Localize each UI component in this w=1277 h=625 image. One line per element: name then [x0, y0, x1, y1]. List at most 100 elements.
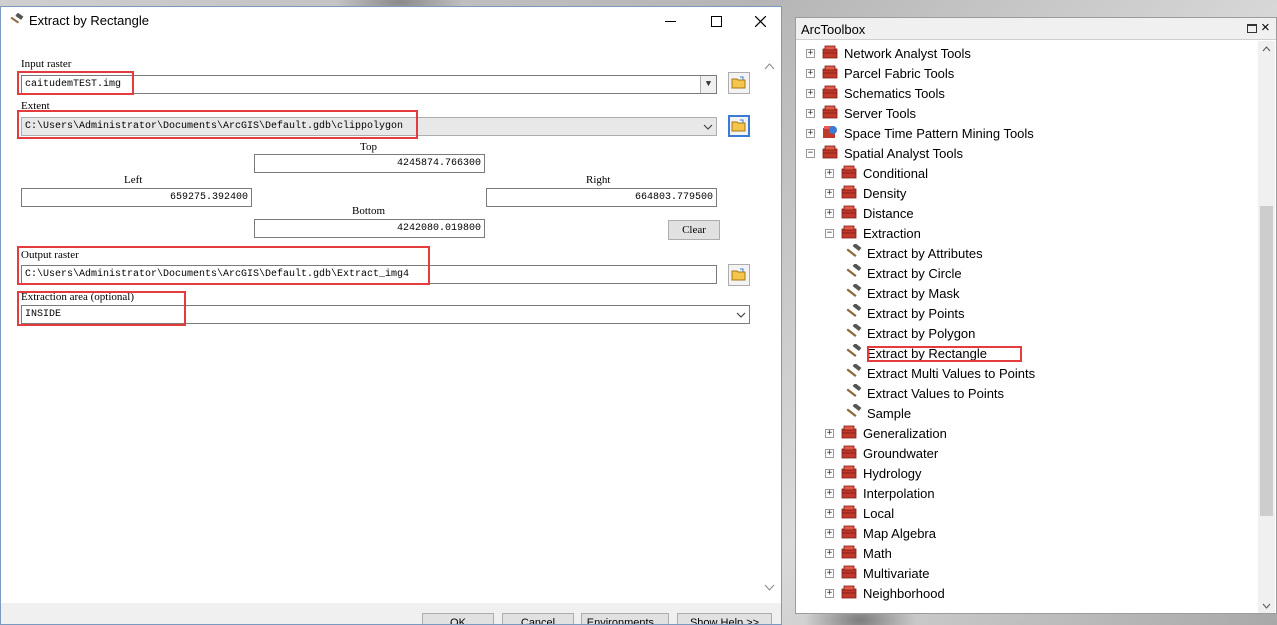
- expand-icon[interactable]: +: [825, 468, 834, 478]
- toolbox-icon: [840, 164, 858, 183]
- tree-item[interactable]: + Hydrology: [825, 463, 922, 483]
- tree-item[interactable]: − Spatial Analyst Tools: [806, 143, 963, 163]
- chevron-down-icon[interactable]: [733, 306, 749, 323]
- tree-item[interactable]: Sample: [844, 402, 912, 423]
- tree-item-label: Sample: [867, 405, 912, 421]
- expand-icon[interactable]: +: [825, 588, 834, 598]
- tree-item[interactable]: + Interpolation: [825, 483, 935, 503]
- scroll-down-icon[interactable]: [764, 582, 775, 594]
- tree-item-label: Neighborhood: [863, 585, 945, 601]
- scroll-up-icon[interactable]: [1262, 44, 1271, 54]
- toolbox-icon: [840, 544, 858, 563]
- toolbox-icon: [840, 504, 858, 523]
- arctoolbox-titlebar[interactable]: ArcToolbox ×: [796, 18, 1276, 40]
- expand-icon[interactable]: +: [825, 568, 834, 578]
- expand-icon[interactable]: +: [825, 508, 834, 518]
- expand-icon[interactable]: +: [825, 548, 834, 558]
- tree-item[interactable]: + Conditional: [825, 163, 928, 183]
- extraction-area-combo[interactable]: INSIDE: [21, 305, 750, 324]
- dialog-scrollbar[interactable]: [762, 55, 778, 595]
- tree-item[interactable]: + Neighborhood: [825, 583, 945, 603]
- tree-item[interactable]: Extract by Circle: [844, 262, 962, 283]
- input-raster-combo[interactable]: caitudemTEST.img ▼: [21, 75, 717, 94]
- close-icon[interactable]: ×: [1261, 19, 1270, 36]
- expand-icon[interactable]: +: [806, 88, 815, 98]
- tree-item[interactable]: + Local: [825, 503, 894, 523]
- tree-item-label: Extract by Mask: [867, 285, 960, 301]
- input-raster-browse-button[interactable]: [728, 72, 750, 94]
- tree-item-label: Extract by Attributes: [867, 245, 983, 261]
- tree-item-label: Space Time Pattern Mining Tools: [844, 125, 1034, 141]
- cancel-button[interactable]: Cancel: [502, 613, 574, 624]
- collapse-icon[interactable]: −: [825, 228, 834, 238]
- tree-item[interactable]: − Extraction: [825, 223, 921, 243]
- expand-icon[interactable]: +: [825, 448, 834, 458]
- tree-item[interactable]: + Map Algebra: [825, 523, 936, 543]
- scrollbar-thumb[interactable]: [1260, 206, 1273, 516]
- input-raster-value: caitudemTEST.img: [25, 79, 122, 90]
- maximize-button[interactable]: [693, 7, 739, 35]
- extract-by-rectangle-dialog: Extract by Rectangle Input raster caitud…: [0, 6, 782, 625]
- hammer-icon: [844, 362, 862, 383]
- tree-item[interactable]: + Density: [825, 183, 906, 203]
- scroll-up-icon[interactable]: [764, 61, 775, 73]
- output-raster-input[interactable]: C:\Users\Administrator\Documents\ArcGIS\…: [21, 265, 717, 284]
- dialog-titlebar[interactable]: Extract by Rectangle: [1, 7, 781, 35]
- show-help-button[interactable]: Show Help >>: [677, 613, 772, 624]
- expand-icon[interactable]: +: [825, 488, 834, 498]
- collapse-icon[interactable]: −: [806, 148, 815, 158]
- toolbox-icon: [821, 44, 839, 63]
- chevron-down-icon[interactable]: [700, 118, 716, 135]
- expand-icon[interactable]: +: [825, 208, 834, 218]
- tree-item[interactable]: Extract Multi Values to Points: [844, 362, 1035, 383]
- tree-item-label: Server Tools: [844, 105, 917, 121]
- tree-item[interactable]: + Math: [825, 543, 892, 563]
- tree-item[interactable]: Extract by Points: [844, 302, 965, 323]
- expand-icon[interactable]: +: [806, 108, 815, 118]
- expand-icon[interactable]: +: [806, 68, 815, 78]
- window-restore-icon[interactable]: [1247, 24, 1257, 33]
- chevron-down-icon[interactable]: ▼: [700, 76, 716, 93]
- extent-combo[interactable]: C:\Users\Administrator\Documents\ArcGIS\…: [21, 117, 717, 136]
- tree-item-label: Extraction: [863, 225, 921, 241]
- tree-item[interactable]: Extract Values to Points: [844, 382, 1005, 403]
- tree-item[interactable]: + Network Analyst Tools: [806, 43, 971, 63]
- environments-button[interactable]: Environments...: [581, 613, 669, 624]
- output-raster-browse-button[interactable]: [728, 264, 750, 286]
- top-input[interactable]: 4245874.766300: [254, 154, 485, 173]
- scroll-down-icon[interactable]: [1262, 601, 1271, 611]
- clear-button[interactable]: Clear: [668, 220, 720, 240]
- expand-icon[interactable]: +: [806, 48, 815, 58]
- right-input[interactable]: 664803.779500: [486, 188, 717, 207]
- tree-item[interactable]: + Distance: [825, 203, 914, 223]
- dialog-content: Input raster caitudemTEST.img ▼ Extent C…: [1, 35, 781, 615]
- tree-item[interactable]: + Groundwater: [825, 443, 938, 463]
- tree-item[interactable]: Extract by Rectangle: [844, 342, 987, 363]
- toolbox-scrollbar[interactable]: [1258, 41, 1275, 613]
- bottom-input[interactable]: 4242080.019800: [254, 219, 485, 238]
- tree-item[interactable]: + Parcel Fabric Tools: [806, 63, 954, 83]
- right-label: Right: [586, 174, 611, 186]
- tree-item[interactable]: + Space Time Pattern Mining Tools: [806, 123, 1034, 143]
- close-button[interactable]: [737, 7, 781, 35]
- expand-icon[interactable]: +: [825, 188, 834, 198]
- ok-button[interactable]: OK: [422, 613, 494, 624]
- expand-icon[interactable]: +: [806, 128, 815, 138]
- extent-browse-button[interactable]: [728, 115, 750, 137]
- tree-item[interactable]: Extract by Attributes: [844, 242, 983, 263]
- tree-item[interactable]: Extract by Polygon: [844, 322, 975, 343]
- tree-item[interactable]: Extract by Mask: [844, 282, 960, 303]
- expand-icon[interactable]: +: [825, 528, 834, 538]
- expand-icon[interactable]: +: [825, 428, 834, 438]
- tree-item[interactable]: + Generalization: [825, 423, 947, 443]
- tree-item[interactable]: + Multivariate: [825, 563, 929, 583]
- tree-item[interactable]: + Server Tools: [806, 103, 916, 123]
- folder-icon: [731, 76, 746, 89]
- minimize-button[interactable]: [647, 7, 693, 35]
- left-input[interactable]: 659275.392400: [21, 188, 252, 207]
- tree-item-label: Extract Values to Points: [867, 385, 1005, 401]
- toolbox-icon: [840, 584, 858, 603]
- tree-item[interactable]: + Schematics Tools: [806, 83, 945, 103]
- expand-icon[interactable]: +: [825, 168, 834, 178]
- tree-item-label: Spatial Analyst Tools: [844, 145, 963, 161]
